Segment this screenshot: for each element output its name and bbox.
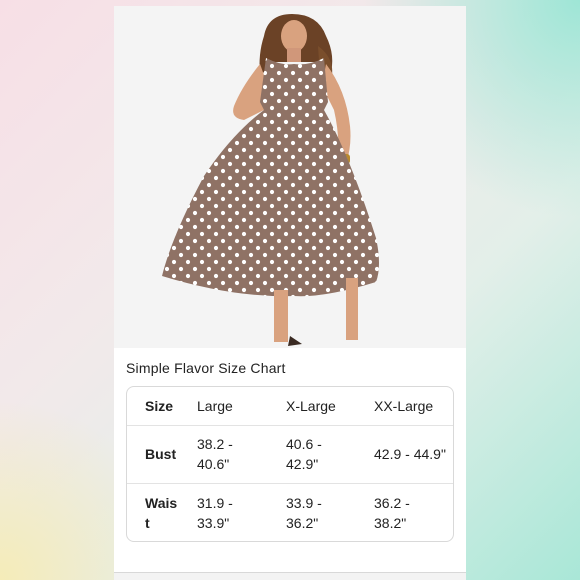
bust-large-value: 38.2 - 40.6" (197, 436, 233, 472)
waist-large-value: 31.9 - 33.9" (197, 495, 233, 531)
size-chart-table: Size Large X-Large XX-Large Bust 38.2 - … (126, 386, 454, 542)
product-photo[interactable] (114, 6, 466, 348)
bust-xx-large-value: 42.9 - 44.9" (374, 446, 446, 462)
table-header-row: Size Large X-Large XX-Large (127, 387, 453, 426)
row-label-waist: Waist (145, 495, 178, 531)
dress-model-illustration (162, 14, 379, 346)
column-header-large: Large (197, 398, 233, 414)
waist-x-large-value: 33.9 - 36.2" (286, 495, 322, 531)
waist-xx-large-value: 36.2 - 38.2" (374, 495, 410, 531)
column-header-x-large: X-Large (286, 398, 336, 414)
bottom-divider (114, 572, 466, 580)
size-chart-title: Simple Flavor Size Chart (126, 360, 286, 376)
table-row-waist: Waist 31.9 - 33.9" 33.9 - 36.2" 36.2 - 3… (127, 484, 453, 541)
column-header-xx-large: XX-Large (374, 398, 434, 414)
listing-card: Simple Flavor Size Chart Size Large X-La… (114, 6, 466, 580)
table-row-bust: Bust 38.2 - 40.6" 40.6 - 42.9" 42.9 - 44… (127, 425, 453, 484)
size-header-label: Size (145, 398, 174, 414)
bust-x-large-value: 40.6 - 42.9" (286, 436, 322, 472)
row-label-bust: Bust (145, 446, 177, 462)
